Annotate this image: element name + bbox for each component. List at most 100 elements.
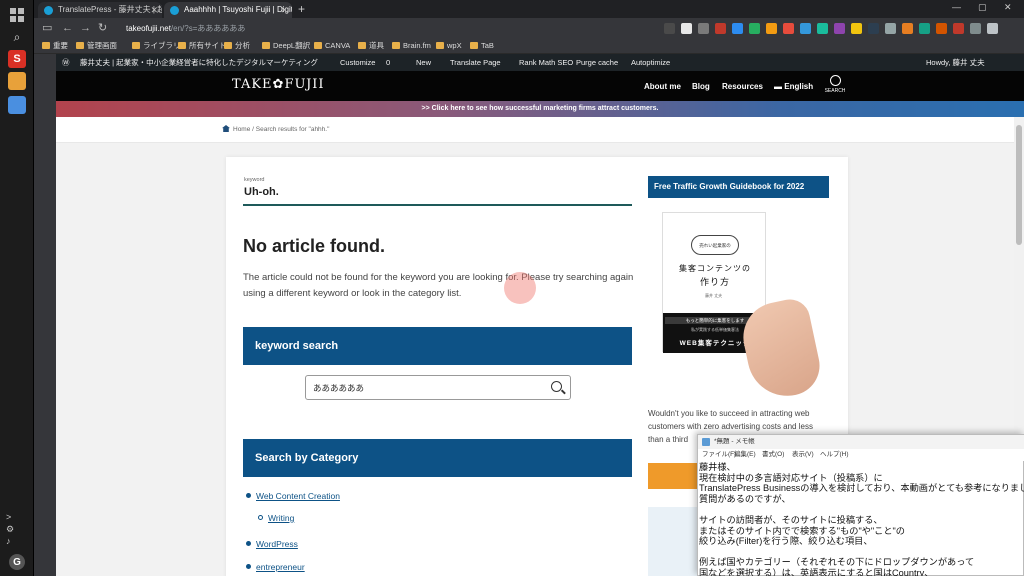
nav-blog[interactable]: Blog: [692, 82, 710, 91]
bookmark-item[interactable]: 所有サイト: [178, 41, 227, 51]
bookmark-item[interactable]: Brain.fm: [392, 41, 431, 51]
taskbar-search-icon[interactable]: ⌕: [8, 28, 26, 46]
extension-icon[interactable]: [800, 23, 811, 34]
reload-button[interactable]: ↻: [98, 22, 107, 34]
search-input[interactable]: [306, 376, 536, 399]
extension-icon[interactable]: [749, 23, 760, 34]
sidebar-toggle-icon[interactable]: ▭: [42, 22, 52, 34]
category-link-entrepreneur[interactable]: entrepreneur: [246, 562, 305, 572]
extension-icon[interactable]: [987, 23, 998, 34]
nav-english-label: English: [784, 82, 814, 91]
tab-search-results[interactable]: Aaahhhh | Tsuyoshi Fujii | Digital ✕: [164, 2, 292, 18]
tray-chevron-icon[interactable]: >: [6, 512, 11, 522]
extension-icon[interactable]: [885, 23, 896, 34]
notepad-text-area[interactable]: 藤井様、 現在検討中の多言語対応サイト（投稿系）に TranslatePress…: [698, 462, 1024, 576]
site-logo[interactable]: TAKE✿FUJII: [232, 77, 325, 92]
category-link-web-content-creation[interactable]: Web Content Creation: [246, 491, 340, 501]
forward-button[interactable]: →: [80, 22, 91, 34]
menu-format[interactable]: 書式(O): [762, 449, 784, 461]
bookmark-item[interactable]: 分析: [224, 41, 250, 51]
extension-icon[interactable]: [851, 23, 862, 34]
book-title-line-1: 集客コンテンツの: [679, 264, 751, 273]
notepad-line: 国などを選択する）は、英語表示にすると国はCountry、: [699, 567, 934, 576]
notepad-line: 現在検討中の多言語対応サイト（投稿系）に: [699, 472, 883, 483]
file-explorer-icon[interactable]: [8, 72, 26, 90]
close-icon[interactable]: ✕: [150, 2, 158, 18]
extension-icon[interactable]: [766, 23, 777, 34]
category-link-wordpress[interactable]: WordPress: [246, 539, 298, 549]
tray-icon[interactable]: ⚙: [6, 524, 14, 535]
new-tab-button[interactable]: +: [298, 2, 305, 16]
extension-icon[interactable]: [953, 23, 964, 34]
extension-icon[interactable]: [698, 23, 709, 34]
book-title-line-2: 作り方: [699, 277, 730, 287]
wp-customize[interactable]: Customize: [340, 54, 375, 71]
wp-howdy[interactable]: Howdy, 藤井 丈夫: [926, 54, 985, 71]
menu-edit[interactable]: 編集(E): [734, 449, 756, 461]
bookmark-item[interactable]: CANVA: [314, 41, 350, 51]
breadcrumb: Home / Search results for "ahhh.": [222, 125, 329, 133]
wp-new[interactable]: New: [416, 54, 431, 71]
close-icon[interactable]: ✕: [280, 2, 288, 18]
keyword-search-box: [305, 375, 571, 400]
close-window-button[interactable]: ✕: [1004, 2, 1012, 13]
menu-help[interactable]: ヘルプ(H): [820, 449, 849, 461]
menu-file[interactable]: ファイル(F): [702, 449, 736, 461]
wp-site-name[interactable]: 藤井丈夫 | 起業家・中小企業経営者に特化したデジタルマーケティング: [80, 54, 318, 71]
notepad-line: 例えば国やカテゴリー（それぞれその下にドロップダウンがあって: [699, 557, 975, 568]
wordpress-icon[interactable]: Ⓦ: [62, 54, 70, 71]
address-bar[interactable]: takeofujii.net/en/?s=ああああああ: [126, 21, 646, 36]
bookmark-item[interactable]: 重要: [42, 41, 68, 51]
extension-icon[interactable]: [970, 23, 981, 34]
wp-translate-page[interactable]: Translate Page: [450, 54, 501, 71]
bookmark-item[interactable]: 管理画面: [76, 41, 117, 51]
extension-icon[interactable]: [868, 23, 879, 34]
windows-start-icon[interactable]: [8, 6, 26, 24]
promo-banner[interactable]: >> Click here to see how successful mark…: [56, 101, 1024, 117]
extension-icon[interactable]: [834, 23, 845, 34]
wp-purge-cache[interactable]: Purge cache: [576, 54, 618, 71]
notepad-line: 質問があるのですが、: [699, 493, 791, 504]
keyword-value: Uh-oh.: [244, 186, 279, 198]
taskbar-app-icon[interactable]: [8, 96, 26, 114]
extension-icon[interactable]: [936, 23, 947, 34]
bookmark-item[interactable]: ライブラリ: [132, 41, 181, 51]
maximize-button[interactable]: ▢: [978, 2, 987, 13]
nav-resources[interactable]: Resources: [722, 82, 763, 91]
header-search-button[interactable]: SEARCH: [824, 75, 846, 94]
account-avatar[interactable]: G: [9, 554, 25, 570]
extension-icon[interactable]: [902, 23, 913, 34]
category-link-writing[interactable]: Writing: [258, 513, 294, 523]
scrollbar-thumb[interactable]: [1016, 125, 1022, 245]
notepad-titlebar[interactable]: *無題 - メモ帳: [698, 435, 1024, 449]
notepad-line: サイトの訪問者が、そのサイトに投稿する、: [699, 514, 883, 525]
category-label: Web Content Creation: [256, 491, 340, 501]
bookmark-item[interactable]: TaB: [470, 41, 494, 51]
search-icon[interactable]: [551, 381, 562, 392]
minimize-button[interactable]: —: [952, 2, 961, 12]
wp-autoptimize[interactable]: Autoptimize: [631, 54, 670, 71]
extension-icon[interactable]: [817, 23, 828, 34]
notepad-line: [699, 547, 1024, 558]
menu-view[interactable]: 表示(V): [792, 449, 814, 461]
bookmark-item[interactable]: 道具: [358, 41, 384, 51]
wp-comments-count[interactable]: 0: [386, 54, 390, 71]
bookmark-item[interactable]: wpX: [436, 41, 462, 51]
extension-icon[interactable]: [681, 23, 692, 34]
bookmark-item[interactable]: DeepL翻訳: [262, 41, 310, 51]
extension-icon[interactable]: [715, 23, 726, 34]
breadcrumb-home[interactable]: Home: [233, 126, 250, 133]
tab-translatepress[interactable]: TranslatePress - 藤井丈夫 | 起業家 ✕: [38, 2, 162, 18]
url-path: /en/?s=ああああああ: [170, 24, 246, 33]
sidebar-heading[interactable]: Free Traffic Growth Guidebook for 2022: [648, 176, 829, 198]
nav-about-me[interactable]: About me: [644, 82, 681, 91]
taskbar-app-icon[interactable]: S: [8, 50, 26, 68]
volume-icon[interactable]: ♪: [6, 536, 11, 546]
extension-icon[interactable]: [783, 23, 794, 34]
extension-icon[interactable]: [732, 23, 743, 34]
back-button[interactable]: ←: [62, 22, 73, 34]
nav-english[interactable]: ▬ English: [774, 82, 813, 91]
wp-rankmath[interactable]: Rank Math SEO: [519, 54, 573, 71]
extension-icon[interactable]: [919, 23, 930, 34]
extension-icon[interactable]: [664, 23, 675, 34]
